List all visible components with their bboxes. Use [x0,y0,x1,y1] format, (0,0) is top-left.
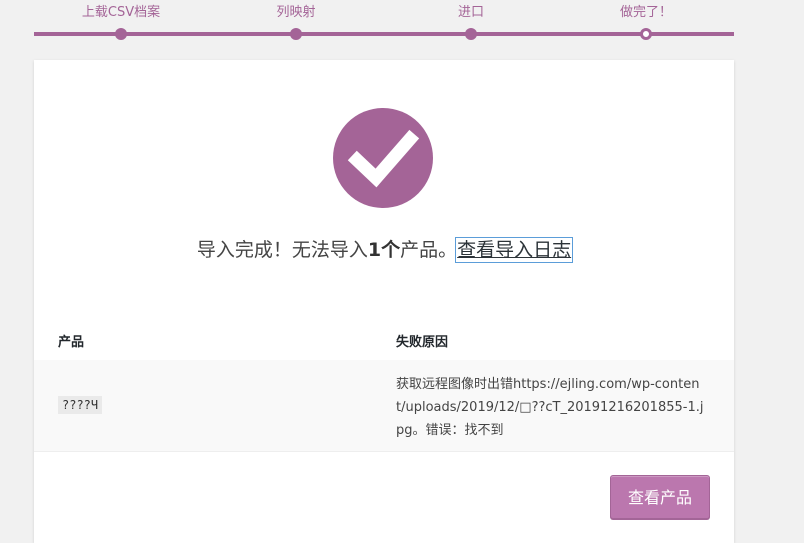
progress-steps: 上载CSV档案 列映射 进口 做完了！ [34,0,734,40]
step-dot [465,28,477,40]
column-header-product: 产品 [58,335,85,350]
step-upload: 上载CSV档案 [51,0,191,40]
table-header: 产品 失败原因 [34,315,734,360]
view-import-log-link[interactable]: 查看导入日志 [455,237,574,263]
failed-count: 1个 [367,239,401,261]
step-dot-current [640,28,652,40]
step-dot [290,28,302,40]
checkmark-icon [333,108,433,208]
import-result-card: 导入完成！无法导入1个产品。查看导入日志 产品 失败原因 ????Ч 获取远程图… [34,60,734,543]
failed-products-table: 产品 失败原因 ????Ч 获取远程图像时出错https://ejling.co… [34,315,734,452]
failure-reason: 获取远程图像时出错https://ejling.com/wp-content/u… [396,377,704,438]
message-suffix: 产品。 [400,239,458,261]
steps-line [34,32,734,36]
step-label: 做完了！ [619,5,672,20]
step-done: 做完了！ [576,0,716,40]
step-mapping: 列映射 [226,0,366,40]
product-name: ????Ч [58,396,103,414]
step-dot [115,28,127,40]
table-row: ????Ч 获取远程图像时出错https://ejling.com/wp-con… [34,360,734,452]
step-label: 进口 [457,5,484,20]
message-prefix: 导入完成！无法导入 [196,239,368,261]
import-complete-message: 导入完成！无法导入1个产品。查看导入日志 [34,235,734,263]
step-label: 上载CSV档案 [81,5,161,20]
step-import: 进口 [401,0,541,40]
view-products-button[interactable]: 查看产品 [610,475,710,519]
column-header-reason: 失败原因 [396,335,449,350]
step-label: 列映射 [276,5,316,20]
